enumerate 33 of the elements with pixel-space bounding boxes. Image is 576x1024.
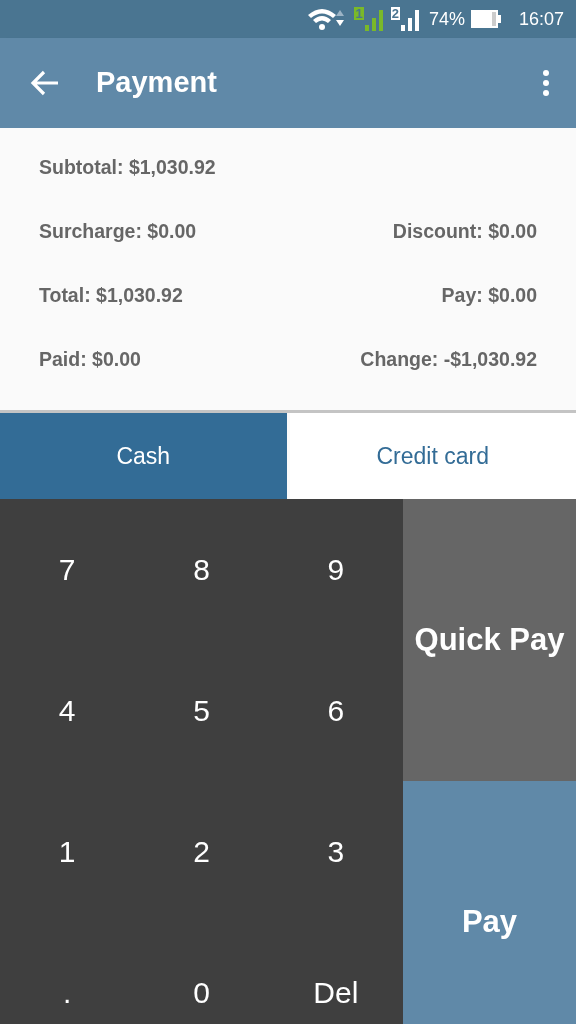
keypad-key[interactable]: Del: [268, 922, 403, 1024]
summary-text: Change: -$1,030.92: [360, 347, 537, 373]
keypad-key[interactable]: 8: [134, 499, 269, 640]
keypad-key[interactable]: 3: [268, 781, 403, 922]
summary-text: Total: $1,030.92: [39, 283, 183, 309]
keypad-key[interactable]: 2: [134, 781, 269, 922]
summary-text: Discount: $0.00: [392, 219, 537, 245]
signal-icon: [400, 7, 421, 31]
summary-text: Paid: $0.00: [39, 347, 141, 373]
keypad-key[interactable]: 4: [0, 640, 135, 781]
back-arrow-icon[interactable]: [30, 70, 60, 96]
battery-icon: [470, 9, 503, 29]
summary-text: Subtotal: $1,030.92: [39, 155, 216, 181]
payment-tab[interactable]: Cash: [0, 413, 287, 499]
payment-tab[interactable]: Credit card: [289, 413, 576, 499]
keypad-key[interactable]: 1: [0, 781, 135, 922]
sim-label: 2: [390, 7, 400, 20]
summary-text: Pay: $0.00: [441, 283, 537, 309]
quick-pay-button[interactable]: Quick Pay: [403, 499, 576, 781]
keypad-key[interactable]: 9: [268, 499, 403, 640]
more-options-icon[interactable]: [542, 69, 550, 97]
pay-button[interactable]: Pay: [403, 781, 576, 1024]
keypad-key[interactable]: .: [0, 922, 135, 1024]
battery-text: 74%: [428, 7, 465, 31]
signal-icon: [364, 7, 385, 31]
clock-time: 16:07: [518, 7, 564, 31]
screen-title: Payment: [96, 65, 218, 101]
summary-text: Surcharge: $0.00: [39, 219, 197, 245]
keypad-key[interactable]: 7: [0, 499, 135, 640]
sim-label: 1: [354, 7, 364, 20]
keypad-key[interactable]: 5: [134, 640, 269, 781]
keypad-key[interactable]: 0: [134, 922, 269, 1024]
keypad-key[interactable]: 6: [268, 640, 403, 781]
